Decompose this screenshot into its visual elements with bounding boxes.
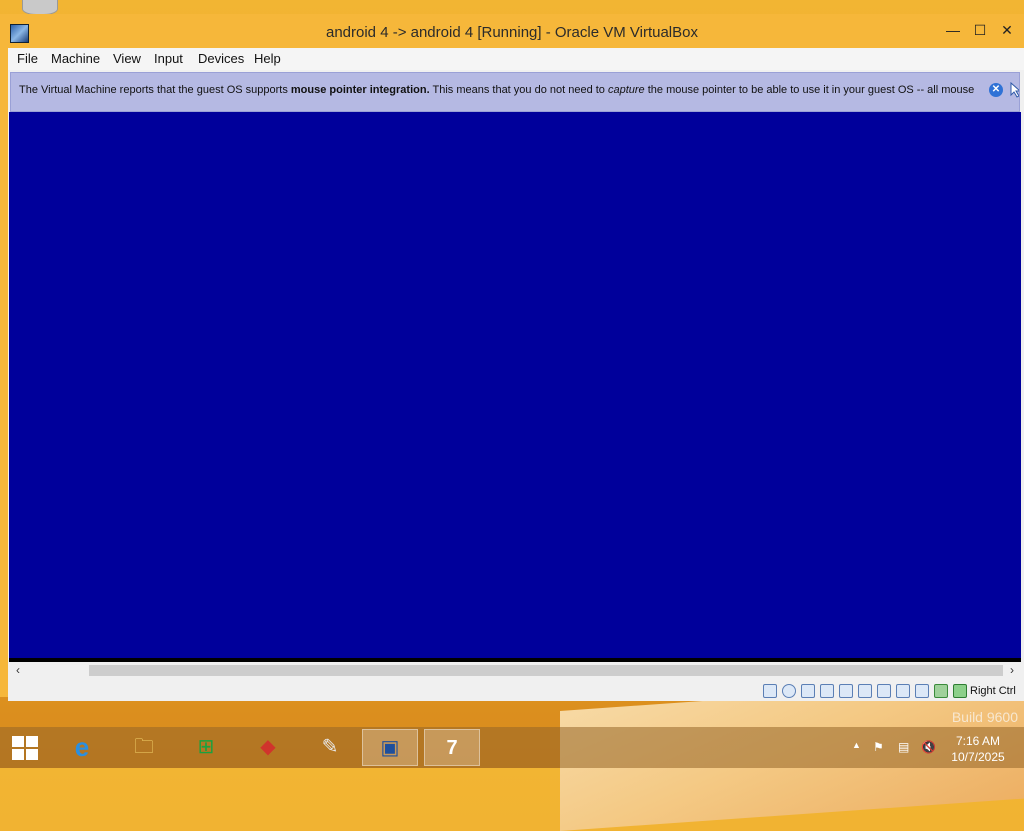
notice-close-icon[interactable]: ✕ bbox=[989, 83, 1003, 97]
menu-machine[interactable]: Machine bbox=[51, 51, 100, 66]
keyboard-icon[interactable] bbox=[953, 684, 967, 698]
action-center-flag-icon[interactable]: ⚑ bbox=[873, 740, 884, 754]
file-explorer-icon[interactable]: 🗀 bbox=[116, 729, 172, 766]
title-bar[interactable]: android 4 -> android 4 [Running] - Oracl… bbox=[0, 14, 1024, 50]
start-icon-tile bbox=[26, 736, 38, 747]
menu-devices[interactable]: Devices bbox=[198, 51, 244, 66]
notice-bold-text: mouse pointer integration. bbox=[290, 84, 430, 96]
video-capture-icon[interactable] bbox=[896, 684, 910, 698]
volume-muted-icon[interactable]: 🔇 bbox=[921, 740, 936, 754]
window-client-area: File Machine View Input Devices Help The… bbox=[8, 48, 1024, 701]
mouse-integration-icon[interactable] bbox=[915, 684, 929, 698]
build-watermark: Build 9600 bbox=[951, 709, 1018, 725]
notice-text-start: The Virtual Machine reports that the gue… bbox=[19, 84, 291, 96]
clock-time: 7:16 AM bbox=[955, 734, 1001, 748]
virtualbox-manager-icon[interactable]: ▣ bbox=[362, 729, 418, 766]
mouse-integration-notice: The Virtual Machine reports that the gue… bbox=[10, 72, 1020, 112]
foxit-icon[interactable]: ◆ bbox=[240, 729, 296, 766]
taskbar: e 🗀 ⊞ ◆ ✎ ▣ 7 ▲ ⚑ ▤ 🔇 7:16 AM 10/7/2025 bbox=[0, 727, 1024, 768]
desktop-partial-icon[interactable] bbox=[22, 0, 58, 15]
store-icon[interactable]: ⊞ bbox=[178, 729, 234, 766]
menu-bar: File Machine View Input Devices Help bbox=[8, 48, 1024, 70]
mouse-pointer-icon[interactable] bbox=[1010, 81, 1019, 98]
paint-app-icon[interactable]: ✎ bbox=[302, 729, 358, 766]
vm-display[interactable] bbox=[9, 112, 1021, 664]
scroll-thumb[interactable] bbox=[89, 665, 1003, 676]
maximize-button[interactable]: ☐ bbox=[967, 20, 993, 40]
system-clock[interactable]: 7:16 AM 10/7/2025 bbox=[940, 733, 1016, 765]
hard-disk-icon[interactable] bbox=[763, 684, 777, 698]
horizontal-scrollbar[interactable]: ‹ › bbox=[9, 662, 1021, 679]
scroll-right-icon[interactable]: › bbox=[1005, 663, 1019, 677]
network-icon[interactable] bbox=[820, 684, 834, 698]
scroll-left-icon[interactable]: ‹ bbox=[11, 663, 25, 677]
window-title: android 4 -> android 4 [Running] - Oracl… bbox=[325, 24, 698, 41]
shared-folder-icon[interactable] bbox=[858, 684, 872, 698]
menu-input[interactable]: Input bbox=[154, 51, 183, 66]
menu-view[interactable]: View bbox=[113, 51, 141, 66]
virtualization-icon[interactable] bbox=[934, 684, 948, 698]
minimize-button[interactable]: — bbox=[940, 20, 966, 40]
start-button[interactable] bbox=[12, 736, 38, 760]
start-icon-tile bbox=[12, 749, 24, 760]
menu-file[interactable]: File bbox=[17, 51, 38, 66]
start-icon-tile bbox=[26, 749, 38, 760]
host-key-label[interactable]: Right Ctrl bbox=[970, 685, 1016, 697]
notice-text-end: the mouse pointer to be able to use it i… bbox=[644, 84, 975, 96]
notice-text-middle: This means that you do not need to bbox=[429, 84, 608, 96]
internet-explorer-icon[interactable]: e bbox=[54, 729, 110, 766]
display-icon[interactable] bbox=[877, 684, 891, 698]
notice-text: The Virtual Machine reports that the gue… bbox=[19, 84, 974, 96]
network-tray-icon[interactable]: ▤ bbox=[898, 740, 909, 754]
menu-help[interactable]: Help bbox=[254, 51, 281, 66]
usb-icon[interactable] bbox=[839, 684, 853, 698]
status-bar: Right Ctrl bbox=[8, 681, 1024, 701]
virtualbox-vm-window: android 4 -> android 4 [Running] - Oracl… bbox=[0, 14, 1024, 701]
audio-icon[interactable] bbox=[801, 684, 815, 698]
notice-italic-text: capture bbox=[607, 84, 645, 96]
show-hidden-icons-icon[interactable]: ▲ bbox=[852, 740, 861, 750]
close-button[interactable]: ✕ bbox=[994, 20, 1020, 40]
start-icon-tile bbox=[12, 736, 24, 747]
clock-date: 10/7/2025 bbox=[951, 750, 1005, 764]
optical-disk-icon[interactable] bbox=[782, 684, 796, 698]
virtualbox-vm-icon[interactable]: 7 bbox=[424, 729, 480, 766]
